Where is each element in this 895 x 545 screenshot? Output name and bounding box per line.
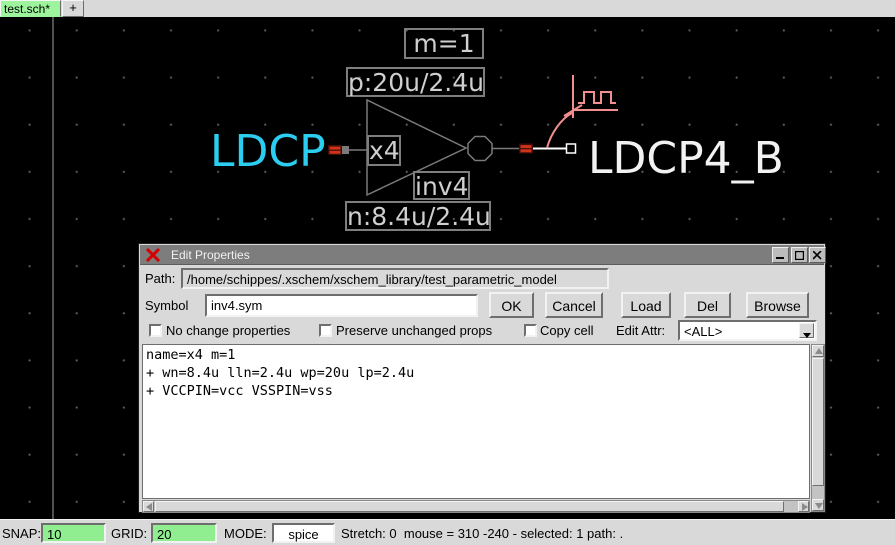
close-icon — [813, 251, 822, 260]
ok-button[interactable]: OK — [489, 292, 534, 318]
browse-button[interactable]: Browse — [746, 292, 809, 318]
input-net-label[interactable]: LDCP — [210, 130, 326, 174]
status-bar: SNAP: 10 GRID: 20 MODE: spice Stretch: 0… — [0, 519, 895, 545]
copy-cell-checkbox[interactable] — [524, 324, 537, 337]
minimize-button[interactable] — [772, 247, 789, 263]
output-pin[interactable] — [519, 144, 533, 154]
snap-input[interactable]: 10 — [41, 523, 106, 543]
scroll-down-button[interactable] — [812, 499, 824, 511]
output-net-label[interactable]: LDCP4_B — [588, 137, 784, 181]
new-tab-button[interactable]: + — [62, 0, 84, 17]
tab-test-sch[interactable]: test.sch* — [0, 0, 61, 17]
input-pin[interactable] — [328, 145, 349, 155]
preserve-unchanged-label: Preserve unchanged props — [336, 323, 492, 338]
grid-input[interactable]: 20 — [151, 523, 217, 543]
edit-attr-label: Edit Attr: — [616, 323, 665, 338]
xschem-logo-icon — [146, 248, 161, 262]
symbol-label: Symbol — [145, 298, 188, 313]
snap-label: SNAP: — [2, 526, 41, 541]
grid-label: GRID: — [111, 526, 147, 541]
preserve-unchanged-checkbox[interactable] — [319, 324, 332, 337]
scroll-left-button[interactable] — [143, 501, 154, 512]
mode-input[interactable]: spice — [272, 523, 335, 543]
dialog-title: Edit Properties — [171, 248, 250, 262]
maximize-button[interactable] — [791, 247, 808, 263]
output-wire[interactable] — [533, 144, 576, 153]
minimize-icon — [776, 251, 785, 260]
param-p-label[interactable]: p:20u/2.4u — [346, 67, 485, 97]
load-button[interactable]: Load — [621, 292, 671, 318]
tab-bar: test.sch* + — [0, 0, 895, 17]
vertical-scrollbar[interactable] — [811, 344, 825, 512]
path-label: Path: — [145, 271, 175, 286]
instance-mult-label[interactable]: x4 — [367, 135, 401, 166]
xschem-window: test.sch* + — [0, 0, 895, 545]
close-button[interactable] — [809, 247, 826, 263]
edit-attr-value: <ALL> — [684, 324, 722, 339]
scroll-up-button[interactable] — [812, 345, 824, 357]
maximize-icon — [795, 251, 804, 260]
param-n-label[interactable]: n:8.4u/2.4u — [345, 201, 491, 231]
param-m-label[interactable]: m=1 — [404, 28, 484, 59]
del-button[interactable]: Del — [684, 292, 731, 318]
dialog-titlebar[interactable]: Edit Properties — [140, 245, 824, 265]
horizontal-scroll-thumb[interactable] — [155, 501, 784, 512]
vertical-scroll-thumb[interactable] — [812, 358, 824, 486]
properties-textarea[interactable]: name=x4 m=1 + wn=8.4u lln=2.4u wp=20u lp… — [142, 344, 810, 499]
edit-properties-dialog: Edit Properties Path: /home/schippes/.xs… — [138, 243, 826, 513]
cancel-button[interactable]: Cancel — [545, 292, 603, 318]
symbol-entry[interactable]: inv4.sym — [205, 294, 478, 317]
instance-name-label[interactable]: inv4 — [413, 171, 470, 200]
copy-cell-label: Copy cell — [540, 323, 593, 338]
combo-dropdown-icon[interactable] — [799, 323, 814, 338]
scroll-right-button[interactable] — [798, 501, 809, 512]
status-info: Stretch: 0 mouse = 310 -240 - selected: … — [341, 526, 623, 541]
path-entry[interactable]: /home/schippes/.xschem/xschem_library/te… — [181, 268, 609, 289]
edit-attr-combobox[interactable]: <ALL> — [678, 320, 817, 341]
mode-label: MODE: — [224, 526, 267, 541]
no-change-properties-label: No change properties — [166, 323, 290, 338]
horizontal-scrollbar[interactable] — [142, 500, 810, 513]
no-change-properties-checkbox[interactable] — [149, 324, 162, 337]
